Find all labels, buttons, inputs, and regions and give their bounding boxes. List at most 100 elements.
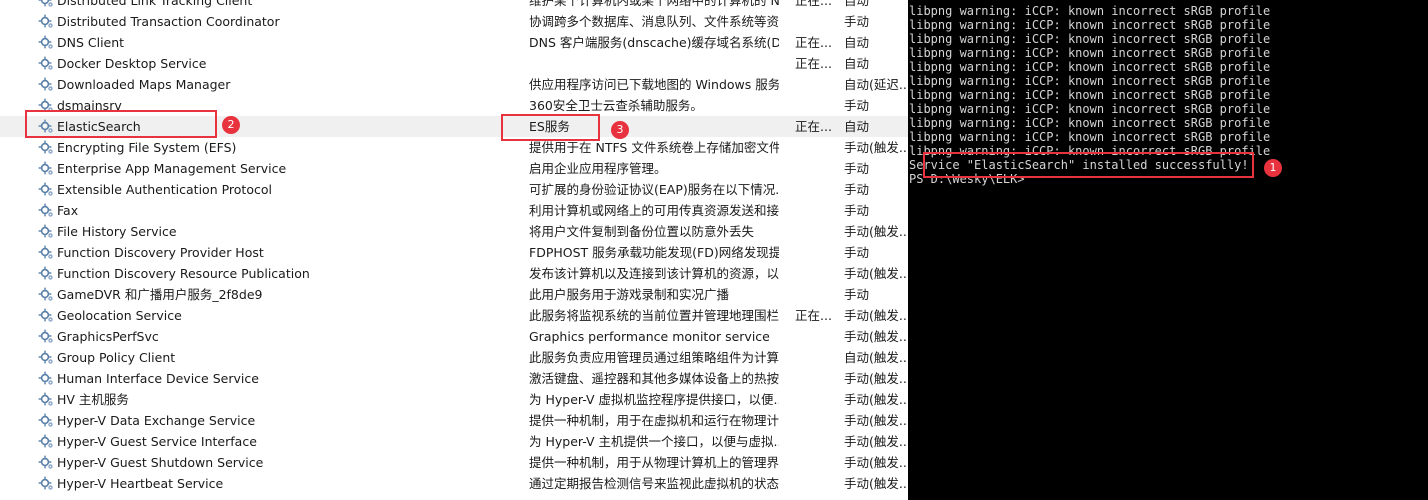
annotation-badge-1: 1	[1264, 159, 1282, 177]
service-row[interactable]: File History Service 将用户文件复制到备份位置以防意外丢失 手动…	[0, 221, 908, 242]
service-startup-type: 手动	[844, 161, 870, 176]
service-description: Graphics performance monitor service	[529, 329, 770, 344]
service-startup-type: 手动(触发...	[844, 476, 906, 491]
service-status: 正在...	[795, 0, 832, 8]
service-startup-type: 手动	[844, 98, 870, 113]
service-gear-icon	[38, 391, 54, 407]
service-description: 此服务负责应用管理员通过组策略组件为计算...	[529, 350, 779, 365]
service-gear-icon	[38, 55, 54, 71]
service-name: Distributed Transaction Coordinator	[57, 14, 280, 29]
service-description: 360安全卫士云查杀辅助服务。	[529, 98, 703, 113]
service-startup-type: 手动	[844, 14, 870, 29]
service-status: 正在...	[795, 119, 832, 134]
service-description: 发布该计算机以及连接到该计算机的资源，以...	[529, 266, 779, 281]
service-name: Hyper-V Guest Service Interface	[57, 434, 257, 449]
service-row[interactable]: Function Discovery Resource Publication 发…	[0, 263, 908, 284]
service-row[interactable]: Group Policy Client 此服务负责应用管理员通过组策略组件为计算.…	[0, 347, 908, 368]
service-gear-icon	[38, 307, 54, 323]
service-startup-type: 手动	[844, 287, 870, 302]
service-row[interactable]: Enterprise App Management Service 启用企业应用程…	[0, 158, 908, 179]
service-row[interactable]: GraphicsPerfSvc Graphics performance moni…	[0, 326, 908, 347]
terminal-line: libpng warning: iCCP: known incorrect sR…	[909, 116, 1271, 130]
service-row[interactable]: ElasticSearch ES服务 正在... 自动	[0, 116, 908, 137]
service-description: 提供用于在 NTFS 文件系统卷上存储加密文件...	[529, 140, 779, 155]
service-startup-type: 手动(触发...	[844, 266, 906, 281]
service-row[interactable]: Function Discovery Provider Host FDPHOST …	[0, 242, 908, 263]
service-name: Fax	[57, 203, 79, 218]
service-row[interactable]: Docker Desktop Service 正在... 自动	[0, 53, 908, 74]
terminal-line: libpng warning: iCCP: known incorrect sR…	[909, 32, 1271, 46]
service-gear-icon	[38, 202, 54, 218]
service-row[interactable]: GameDVR 和广播用户服务_2f8de9 此用户服务用于游戏录制和实况广播 手动	[0, 284, 908, 305]
service-description: 此服务将监视系统的当前位置并管理地理围栏(...	[529, 308, 779, 323]
service-row[interactable]: Downloaded Maps Manager 供应用程序访问已下载地图的 Win…	[0, 74, 908, 95]
service-status: 正在...	[795, 35, 832, 50]
service-name: Hyper-V Heartbeat Service	[57, 476, 224, 491]
service-description: 维护某个计算机内或某个网络中的计算机的 N...	[529, 0, 779, 8]
service-row[interactable]: Hyper-V Heartbeat Service 通过定期报告检测信号来监视此虚…	[0, 473, 908, 494]
service-description: DNS 客户端服务(dnscache)缓存域名系统(D...	[529, 35, 779, 50]
service-startup-type: 自动	[844, 0, 870, 8]
service-row[interactable]: DNS Client DNS 客户端服务(dnscache)缓存域名系统(D...…	[0, 32, 908, 53]
service-startup-type: 手动(触发...	[844, 371, 906, 386]
service-gear-icon	[38, 34, 54, 50]
service-gear-icon	[38, 244, 54, 260]
service-startup-type: 手动	[844, 245, 870, 260]
service-description: 提供一种机制，用于从物理计算机上的管理界...	[529, 455, 779, 470]
service-row[interactable]: HV 主机服务 为 Hyper-V 虚拟机监控程序提供接口，以便... 手动(触发.…	[0, 389, 908, 410]
service-row[interactable]: Geolocation Service 此服务将监视系统的当前位置并管理地理围栏(…	[0, 305, 908, 326]
service-name: File History Service	[57, 224, 177, 239]
service-startup-type: 手动(触发...	[844, 140, 906, 155]
service-gear-icon	[38, 265, 54, 281]
service-description: FDPHOST 服务承载功能发现(FD)网络发现提...	[529, 245, 779, 260]
service-startup-type: 手动(触发...	[844, 224, 906, 239]
service-name: ElasticSearch	[57, 119, 141, 134]
service-name: Docker Desktop Service	[57, 56, 207, 71]
service-row[interactable]: Distributed Transaction Coordinator 协调跨多个…	[0, 11, 908, 32]
terminal-line: libpng warning: iCCP: known incorrect sR…	[909, 102, 1271, 116]
service-row[interactable]: Extensible Authentication Protocol 可扩展的身份…	[0, 179, 908, 200]
terminal-line: libpng warning: iCCP: known incorrect sR…	[909, 130, 1271, 144]
service-description: 通过定期报告检测信号来监视此虚拟机的状态...	[529, 476, 779, 491]
service-row[interactable]: Hyper-V Guest Shutdown Service 提供一种机制，用于从…	[0, 452, 908, 473]
service-gear-icon	[38, 139, 54, 155]
service-name: Encrypting File System (EFS)	[57, 140, 237, 155]
service-row[interactable]: dsmainsrv 360安全卫士云查杀辅助服务。 手动	[0, 95, 908, 116]
service-row[interactable]: Distributed Link Tracking Client 维护某个计算机内…	[0, 0, 908, 11]
service-row[interactable]: Encrypting File System (EFS) 提供用于在 NTFS 文…	[0, 137, 908, 158]
service-startup-type: 自动	[844, 56, 870, 71]
service-gear-icon	[38, 76, 54, 92]
service-description: ES服务	[529, 119, 570, 134]
service-gear-icon	[38, 118, 54, 134]
service-description: 激活键盘、遥控器和其他多媒体设备上的热按...	[529, 371, 779, 386]
service-row[interactable]: Fax 利用计算机或网络上的可用传真资源发送和接... 手动	[0, 200, 908, 221]
service-startup-type: 自动	[844, 35, 870, 50]
service-gear-icon	[38, 454, 54, 470]
service-name: dsmainsrv	[57, 98, 122, 113]
service-name: Group Policy Client	[57, 350, 176, 365]
service-row[interactable]: Hyper-V Guest Service Interface 为 Hyper-V…	[0, 431, 908, 452]
service-name: Hyper-V Guest Shutdown Service	[57, 455, 264, 470]
service-status: 正在...	[795, 308, 832, 323]
service-startup-type: 手动(触发...	[844, 455, 906, 470]
service-row[interactable]: Hyper-V Data Exchange Service 提供一种机制，用于在虚…	[0, 410, 908, 431]
terminal-line: libpng warning: iCCP: known incorrect sR…	[909, 18, 1271, 32]
terminal-window[interactable]: libpng warning: iCCP: known incorrect sR…	[908, 0, 1428, 500]
terminal-line: PS D:\Wesky\ELK>	[909, 172, 1025, 186]
service-description: 利用计算机或网络上的可用传真资源发送和接...	[529, 203, 779, 218]
service-description: 启用企业应用程序管理。	[529, 161, 667, 176]
terminal-line: libpng warning: iCCP: known incorrect sR…	[909, 88, 1271, 102]
service-row[interactable]: Human Interface Device Service 激活键盘、遥控器和其…	[0, 368, 908, 389]
service-name: Human Interface Device Service	[57, 371, 259, 386]
service-gear-icon	[38, 433, 54, 449]
terminal-line: libpng warning: iCCP: known incorrect sR…	[909, 4, 1271, 18]
service-gear-icon	[38, 328, 54, 344]
terminal-line: libpng warning: iCCP: known incorrect sR…	[909, 144, 1271, 158]
service-startup-type: 手动	[844, 182, 870, 197]
service-startup-type: 手动(触发...	[844, 308, 906, 323]
service-description: 此用户服务用于游戏录制和实况广播	[529, 287, 730, 302]
service-name: Enterprise App Management Service	[57, 161, 287, 176]
service-startup-type: 手动(触发...	[844, 392, 906, 407]
service-name: Downloaded Maps Manager	[57, 77, 231, 92]
service-gear-icon	[38, 13, 54, 29]
